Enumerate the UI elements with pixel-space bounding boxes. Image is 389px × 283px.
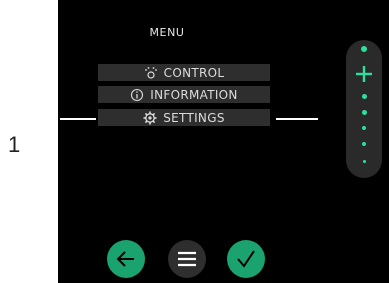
menu-item-control[interactable]: CONTROL (98, 64, 270, 81)
menu-item-information-label: INFORMATION (150, 87, 238, 102)
menu-button[interactable] (168, 240, 206, 278)
dot-icon (362, 142, 366, 146)
back-button[interactable] (107, 240, 145, 278)
arrow-left-icon (115, 248, 137, 270)
plus-icon[interactable] (354, 64, 374, 84)
dot-icon (362, 126, 366, 130)
menu-item-settings-label: SETTINGS (163, 110, 225, 125)
confirm-button[interactable] (227, 240, 265, 278)
dot-icon (361, 46, 367, 52)
gear-icon (143, 111, 157, 125)
callout-number: 1 (8, 132, 21, 157)
control-icon (144, 66, 158, 80)
info-icon (130, 88, 144, 102)
hamburger-icon (177, 250, 197, 268)
side-control-pill[interactable] (346, 40, 382, 178)
dot-icon (361, 110, 367, 115)
callout-line-right (276, 118, 318, 120)
dot-icon (362, 160, 366, 163)
dot-icon (361, 94, 367, 99)
menu-title: MENU (149, 26, 185, 39)
checkmark-icon (235, 248, 257, 270)
menu-item-control-label: CONTROL (163, 65, 225, 80)
menu-item-settings[interactable]: SETTINGS (98, 109, 270, 126)
device-screen (58, 0, 389, 283)
callout-line-left (60, 118, 96, 120)
menu-item-information[interactable]: INFORMATION (98, 86, 270, 103)
